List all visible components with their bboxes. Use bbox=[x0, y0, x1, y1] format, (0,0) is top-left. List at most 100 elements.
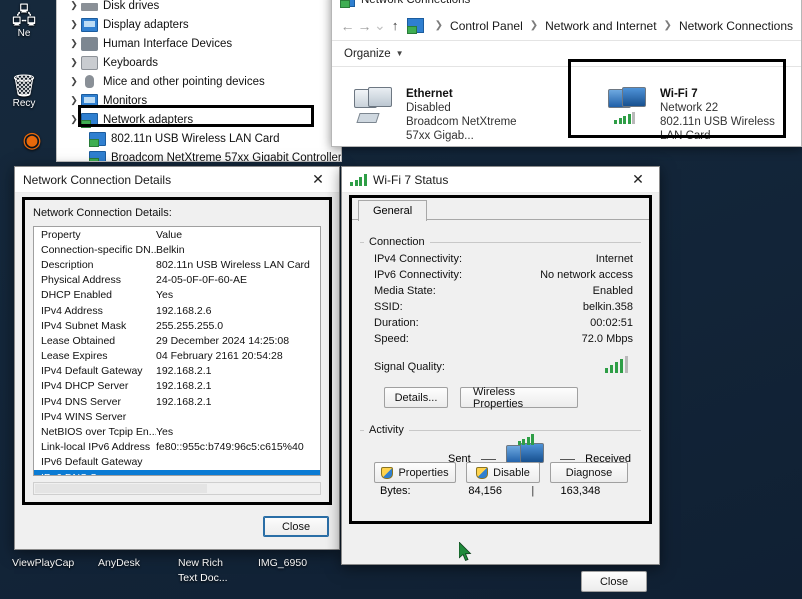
tree-item-display-adapters[interactable]: ❯ Display adapters bbox=[59, 15, 341, 34]
tree-item-broadcom-controller[interactable]: Broadcom NetXtreme 57xx Gigabit Controll… bbox=[59, 148, 341, 161]
table-row[interactable]: Physical Address 24-05-0F-0F-60-AE bbox=[34, 273, 320, 288]
table-row[interactable]: IPv4 Subnet Mask 255.255.255.0 bbox=[34, 318, 320, 333]
address-bar[interactable]: ← → ⌄ ↑ ❯ Control Panel ❯ Network and In… bbox=[332, 11, 801, 41]
tree-item-human-interface-devices[interactable]: ❯ Human Interface Devices bbox=[59, 34, 341, 53]
shield-icon bbox=[381, 466, 394, 479]
display-adapter-icon bbox=[81, 17, 98, 32]
row-property: IPv4 WINS Server bbox=[41, 410, 127, 423]
row-value: 04 February 2161 20:54:28 bbox=[156, 350, 283, 363]
table-row[interactable]: DHCP Enabled Yes bbox=[34, 288, 320, 303]
new-rich-label[interactable]: New Rich bbox=[178, 557, 223, 569]
organize-button[interactable]: Organize bbox=[344, 48, 391, 60]
chevron-right-icon[interactable]: ❯ bbox=[67, 0, 81, 11]
table-row-selected[interactable]: IPv6 DNS Server bbox=[34, 470, 320, 475]
table-row[interactable]: IPv6 Default Gateway bbox=[34, 455, 320, 470]
bytes-label: Bytes: bbox=[380, 485, 411, 497]
row-ipv6-connectivity: IPv6 Connectivity: No network access bbox=[360, 267, 641, 283]
network-connection-details-dialog[interactable]: Network Connection Details ✕ Network Con… bbox=[14, 166, 340, 550]
row-property: NetBIOS over Tcpip En... bbox=[41, 426, 156, 439]
details-button[interactable]: Details... bbox=[384, 387, 448, 408]
network-card-icon bbox=[89, 150, 106, 161]
chevron-down-icon[interactable]: ▼ bbox=[396, 49, 404, 58]
network-connections-title: Network Connections bbox=[361, 0, 471, 6]
text-doc-label[interactable]: Text Doc... bbox=[178, 572, 228, 584]
tab-general[interactable]: General bbox=[358, 200, 428, 221]
bytes-sent-value: 84,156 bbox=[468, 485, 503, 497]
connection-details-title: Network Connection Details bbox=[23, 172, 172, 187]
table-row[interactable]: Lease Obtained 29 December 2024 14:25:08 bbox=[34, 333, 320, 348]
table-row[interactable]: IPv4 DHCP Server 192.168.2.1 bbox=[34, 379, 320, 394]
viewplaycap-label[interactable]: ViewPlayCap bbox=[12, 557, 74, 569]
close-button[interactable]: Close bbox=[263, 516, 329, 537]
table-row[interactable]: IPv4 Default Gateway 192.168.2.1 bbox=[34, 364, 320, 379]
table-row[interactable]: IPv4 DNS Server 192.168.2.1 bbox=[34, 394, 320, 409]
tree-item-mice[interactable]: ❯ Mice and other pointing devices bbox=[59, 72, 341, 91]
up-arrow-icon[interactable]: ↑ bbox=[388, 18, 403, 33]
tree-item-label: Keyboards bbox=[103, 56, 158, 69]
row-property: IPv6 DNS Server bbox=[41, 472, 156, 475]
tree-item-wireless-lan-card[interactable]: 802.11n USB Wireless LAN Card bbox=[59, 129, 341, 148]
tree-item-label: Disk drives bbox=[103, 0, 160, 12]
row-property: Lease Obtained bbox=[41, 334, 116, 347]
breadcrumb-network-icon bbox=[406, 18, 424, 34]
forward-arrow-icon[interactable]: → bbox=[357, 18, 372, 34]
recycle-bin-icon: 🗑 bbox=[10, 73, 38, 98]
horizontal-scrollbar[interactable] bbox=[33, 482, 321, 495]
breadcrumb-control-panel[interactable]: Control Panel bbox=[450, 19, 523, 33]
network-desktop-icon[interactable]: 🖧 Ne bbox=[0, 4, 52, 40]
close-icon[interactable]: ✕ bbox=[621, 168, 655, 192]
table-row[interactable]: Lease Expires 04 February 2161 20:54:28 bbox=[34, 349, 320, 364]
device-tree: ❯ Disk drives ❯ Display adapters ❯ Human… bbox=[57, 0, 341, 161]
general-tab-panel: Connection IPv4 Connectivity: Internet I… bbox=[360, 228, 641, 513]
anydesk-label[interactable]: AnyDesk bbox=[98, 557, 140, 569]
network-card-icon bbox=[89, 131, 106, 147]
activity-separator-icon: | bbox=[531, 485, 535, 497]
close-button[interactable]: Close bbox=[581, 571, 647, 592]
row-value: 192.168.2.6 bbox=[156, 304, 212, 317]
wifi-status-dialog[interactable]: Wi-Fi 7 Status ✕ General Connection IPv4… bbox=[341, 166, 660, 592]
img-6950-label[interactable]: IMG_6950 bbox=[258, 557, 307, 569]
breadcrumb-network-connections[interactable]: Network Connections bbox=[679, 19, 793, 33]
table-row[interactable]: NetBIOS over Tcpip En... Yes bbox=[34, 424, 320, 439]
breadcrumb-separator-icon: ❯ bbox=[434, 20, 444, 31]
field-value: No network access bbox=[540, 269, 633, 281]
connection-details-caption: Network Connection Details: bbox=[33, 207, 172, 219]
connection-name: Ethernet bbox=[406, 88, 453, 100]
connection-item-ethernet[interactable]: Ethernet Disabled Broadcom NetXtreme 57x… bbox=[346, 81, 536, 149]
wireless-properties-button[interactable]: Wireless Properties bbox=[460, 386, 578, 410]
table-row[interactable]: Connection-specific DN... Belkin bbox=[34, 242, 320, 257]
recycle-bin-desktop-icon-label: Recy bbox=[12, 98, 36, 109]
device-manager-window[interactable]: ❯ Disk drives ❯ Display adapters ❯ Human… bbox=[56, 0, 342, 162]
properties-button[interactable]: Properties bbox=[374, 462, 456, 483]
firefox-desktop-icon[interactable]: ◉ bbox=[4, 128, 60, 152]
diagnose-button[interactable]: Diagnose bbox=[550, 462, 628, 483]
recycle-bin-desktop-icon[interactable]: 🗑 Recy bbox=[0, 73, 52, 110]
tree-item-label: Display adapters bbox=[103, 18, 189, 31]
field-label: SSID: bbox=[374, 301, 403, 313]
chevron-right-icon[interactable]: ❯ bbox=[67, 19, 81, 30]
tree-item-disk-drives[interactable]: ❯ Disk drives bbox=[59, 0, 341, 15]
close-icon[interactable]: ✕ bbox=[301, 168, 335, 192]
connection-details-listview[interactable]: Property Value Connection-specific DN...… bbox=[33, 226, 321, 476]
row-speed: Speed: 72.0 Mbps bbox=[360, 331, 641, 347]
table-row[interactable]: IPv4 Address 192.168.2.6 bbox=[34, 303, 320, 318]
field-value: Enabled bbox=[592, 285, 633, 297]
hid-icon bbox=[81, 36, 98, 51]
table-row[interactable]: IPv4 WINS Server bbox=[34, 409, 320, 424]
breadcrumb-network-and-internet[interactable]: Network and Internet bbox=[545, 19, 656, 33]
signal-quality-label: Signal Quality: bbox=[374, 361, 445, 373]
field-label: Duration: bbox=[374, 317, 419, 329]
table-row[interactable]: Description 802.11n USB Wireless LAN Card bbox=[34, 257, 320, 272]
tree-item-keyboards[interactable]: ❯ Keyboards bbox=[59, 53, 341, 72]
activity-group-title: Activity bbox=[364, 424, 409, 436]
chevron-right-icon[interactable]: ❯ bbox=[67, 38, 81, 49]
field-value: 72.0 Mbps bbox=[581, 333, 633, 345]
tree-item-label: Human Interface Devices bbox=[103, 37, 233, 50]
recent-locations-chevron-icon[interactable]: ⌄ bbox=[374, 17, 386, 34]
chevron-right-icon[interactable]: ❯ bbox=[67, 76, 81, 87]
disable-button[interactable]: Disable bbox=[466, 462, 540, 483]
table-row[interactable]: Link-local IPv6 Address fe80::955c:b749:9… bbox=[34, 440, 320, 455]
back-arrow-icon[interactable]: ← bbox=[340, 18, 355, 34]
field-value: Internet bbox=[595, 253, 633, 265]
chevron-right-icon[interactable]: ❯ bbox=[67, 57, 81, 68]
